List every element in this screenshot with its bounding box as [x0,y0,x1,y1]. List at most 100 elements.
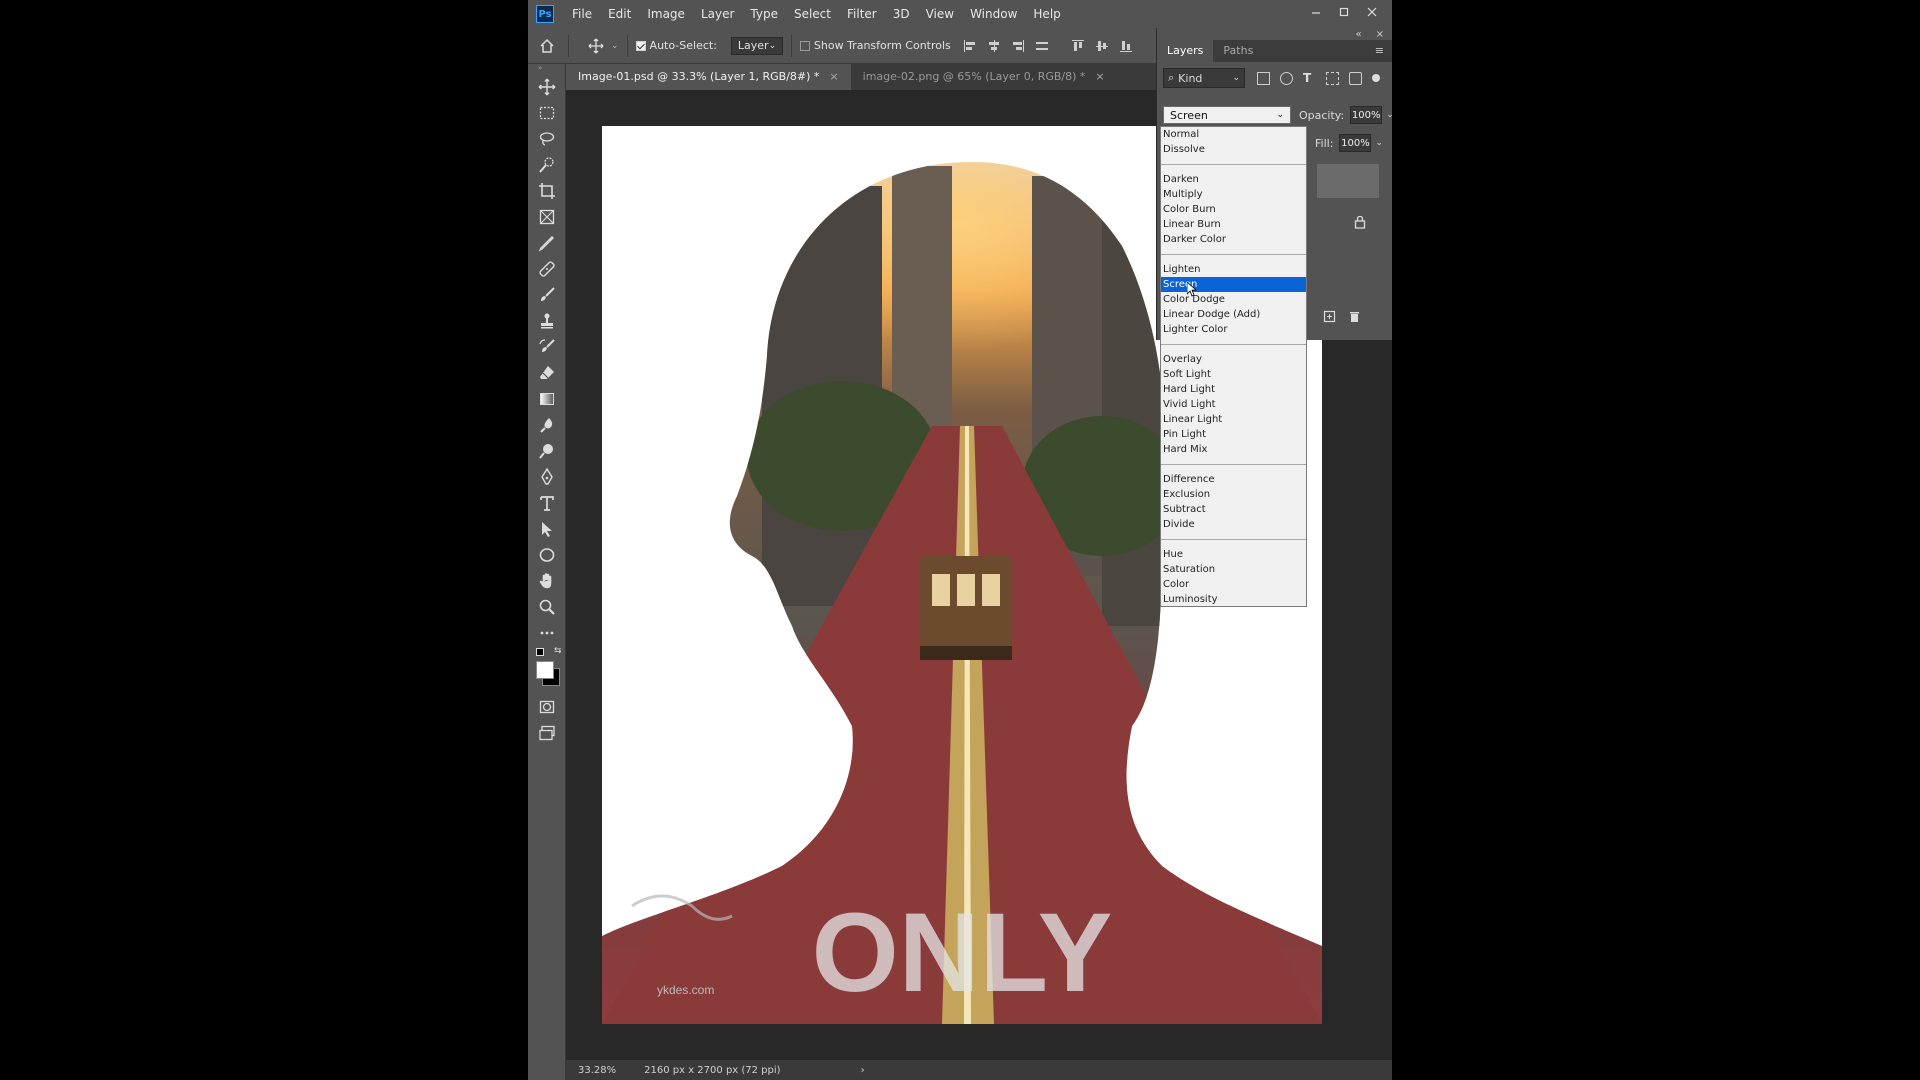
blend-option-linear-dodge-add[interactable]: Linear Dodge (Add) [1161,307,1306,322]
new-layer-icon[interactable] [1323,308,1336,327]
tab-layers[interactable]: Layers [1157,40,1214,62]
align-left-edges-icon[interactable] [963,39,977,53]
zoom-tool-icon[interactable] [528,594,566,620]
blend-mode-select[interactable]: Screen ⌄ [1163,106,1291,124]
lasso-tool-icon[interactable] [528,126,566,152]
blend-option-hard-mix[interactable]: Hard Mix [1161,442,1306,457]
blend-option-normal[interactable]: Normal [1161,127,1306,142]
blend-option-luminosity[interactable]: Luminosity [1161,592,1306,607]
blend-option-subtract[interactable]: Subtract [1161,502,1306,517]
blend-option-difference[interactable]: Difference [1161,472,1306,487]
menu-image[interactable]: Image [639,0,693,28]
fill-input[interactable]: 100% [1339,134,1372,152]
tab-paths[interactable]: Paths [1213,40,1263,62]
menu-file[interactable]: File [564,0,600,28]
opacity-input[interactable]: 100% [1350,106,1383,124]
expand-toolbar-icon[interactable]: » [528,64,565,74]
layer-filter-kind-select[interactable]: ⌕ Kind ⌄ [1163,68,1245,88]
blend-option-pin-light[interactable]: Pin Light [1161,427,1306,442]
history-brush-tool-icon[interactable] [528,334,566,360]
brush-tool-icon[interactable] [528,282,566,308]
blend-option-linear-light[interactable]: Linear Light [1161,412,1306,427]
blend-option-exclusion[interactable]: Exclusion [1161,487,1306,502]
trash-icon[interactable] [1348,308,1361,327]
menu-window[interactable]: Window [962,0,1025,28]
ellipse-tool-icon[interactable] [528,542,566,568]
pen-tool-icon[interactable] [528,464,566,490]
close-panel-icon[interactable]: × [1376,29,1384,40]
blend-option-hue[interactable]: Hue [1161,547,1306,562]
lock-icon[interactable] [1353,214,1367,229]
blend-option-divide[interactable]: Divide [1161,517,1306,532]
home-icon[interactable] [534,33,560,59]
blend-option-linear-burn[interactable]: Linear Burn [1161,217,1306,232]
menu-select[interactable]: Select [786,0,839,28]
show-transform-checkbox[interactable] [799,40,810,51]
chevron-down-icon[interactable]: ⌄ [611,41,619,51]
blend-option-hard-light[interactable]: Hard Light [1161,382,1306,397]
filter-toggle-icon[interactable] [1372,73,1380,82]
blend-option-dissolve[interactable]: Dissolve [1161,142,1306,157]
eraser-tool-icon[interactable] [528,360,566,386]
chevron-down-icon[interactable]: ⌄ [1375,138,1383,148]
menu-view[interactable]: View [918,0,962,28]
quick-mask-icon[interactable] [528,694,566,720]
align-right-edges-icon[interactable] [1011,39,1025,53]
move-tool-preset-icon[interactable] [583,33,609,59]
foreground-color-swatch[interactable] [536,661,554,679]
blend-option-overlay[interactable]: Overlay [1161,352,1306,367]
menu-3d[interactable]: 3D [885,0,918,28]
align-bottom-edges-icon[interactable] [1119,39,1133,53]
rectangular-marquee-tool-icon[interactable] [528,100,566,126]
maximize-icon[interactable] [1330,0,1358,24]
menu-layer[interactable]: Layer [693,0,742,28]
menu-help[interactable]: Help [1025,0,1068,28]
default-colors-icon[interactable] [536,648,544,656]
clone-stamp-tool-icon[interactable] [528,308,566,334]
quick-selection-tool-icon[interactable] [528,152,566,178]
minimize-icon[interactable] [1302,0,1330,24]
close-tab-icon[interactable]: × [829,70,838,83]
screen-mode-icon[interactable] [528,720,566,746]
close-icon[interactable] [1358,0,1386,24]
adjustment-layer-filter-icon[interactable] [1280,71,1293,85]
frame-tool-icon[interactable] [528,204,566,230]
blend-option-vivid-light[interactable]: Vivid Light [1161,397,1306,412]
menu-edit[interactable]: Edit [600,0,639,28]
document-tab-image-01[interactable]: Image-01.psd @ 33.3% (Layer 1, RGB/8#) *… [566,64,851,90]
pixel-layer-filter-icon[interactable] [1257,71,1270,85]
shape-layer-filter-icon[interactable] [1326,71,1339,85]
blend-option-multiply[interactable]: Multiply [1161,187,1306,202]
blend-option-darken[interactable]: Darken [1161,172,1306,187]
crop-tool-icon[interactable] [528,178,566,204]
menu-type[interactable]: Type [742,0,786,28]
smart-object-filter-icon[interactable] [1349,71,1362,85]
move-tool-icon[interactable] [528,74,566,100]
eyedropper-tool-icon[interactable] [528,230,566,256]
layer-row-selected[interactable] [1317,164,1379,198]
type-tool-icon[interactable] [528,490,566,516]
swap-colors-icon[interactable]: ⇆ [554,646,562,656]
type-layer-filter-icon[interactable]: T [1303,71,1316,85]
distribute-vertical-icon[interactable] [1035,39,1049,53]
gradient-tool-icon[interactable] [528,386,566,412]
blend-option-color[interactable]: Color [1161,577,1306,592]
document-tab-image-02[interactable]: image-02.png @ 65% (Layer 0, RGB/8) * × [851,64,1117,90]
path-selection-tool-icon[interactable] [528,516,566,542]
auto-select-checkbox[interactable] [635,40,646,51]
blend-option-screen[interactable]: Screen [1161,277,1306,292]
menu-filter[interactable]: Filter [839,0,885,28]
close-tab-icon[interactable]: × [1095,70,1104,83]
auto-select-target-select[interactable]: Layer ⌄ [730,36,783,55]
collapse-panel-icon[interactable]: « [1355,29,1361,40]
dodge-tool-icon[interactable] [528,438,566,464]
hand-tool-icon[interactable] [528,568,566,594]
blend-option-lighten[interactable]: Lighten [1161,262,1306,277]
blend-option-color-dodge[interactable]: Color Dodge [1161,292,1306,307]
blend-option-saturation[interactable]: Saturation [1161,562,1306,577]
zoom-level[interactable]: 33.28% [578,1065,616,1076]
align-vertical-centers-icon[interactable] [1095,39,1109,53]
healing-brush-tool-icon[interactable] [528,256,566,282]
panel-menu-icon[interactable]: ≡ [1375,44,1392,62]
blend-option-lighter-color[interactable]: Lighter Color [1161,322,1306,337]
